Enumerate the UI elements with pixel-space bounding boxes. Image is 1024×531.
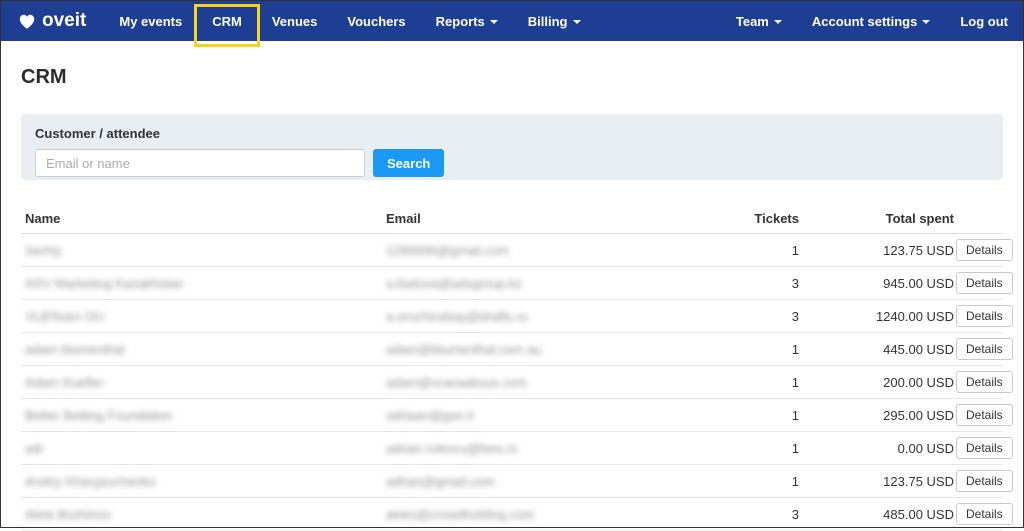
table-row: adi adrian.rolescu@bee.ro 1 0.00 USD Det… <box>21 432 1013 465</box>
customer-name[interactable]: VLBTeam OU <box>25 309 355 324</box>
details-button[interactable]: Details <box>956 470 1013 492</box>
brand-logo[interactable]: oveit <box>1 1 104 41</box>
total-spent: 0.00 USD <box>897 440 954 456</box>
nav-item-crm[interactable]: CRM <box>194 1 260 47</box>
tickets-count: 1 <box>791 440 799 456</box>
total-spent: 485.00 USD <box>883 506 954 522</box>
nav-label: Log out <box>960 13 1008 29</box>
tickets-count: 1 <box>791 374 799 390</box>
customer-email: adam@blumenthal.com.au <box>386 341 542 357</box>
total-spent: 445.00 USD <box>883 341 954 357</box>
search-label: Customer / attendee <box>35 126 160 141</box>
nav-label: Venues <box>271 13 318 29</box>
nav-item-account-settings[interactable]: Account settings <box>797 1 945 41</box>
tickets-count: 1 <box>791 473 799 489</box>
search-row: Search <box>35 149 989 177</box>
customer-name[interactable]: Serhiy <box>25 243 355 258</box>
tickets-count: 3 <box>791 275 799 291</box>
column-header-total: Total spent <box>885 211 954 226</box>
table-row: Alela Bozhinov aleks@crowdholding.com 3 … <box>21 498 1013 531</box>
customer-name[interactable]: Adam Kuefler <box>25 375 355 390</box>
customer-email: adhan@gmail.com <box>386 473 495 489</box>
total-spent: 1240.00 USD <box>875 308 954 324</box>
table-row: adam blumenthal adam@blumenthal.com.au 1… <box>21 333 1013 366</box>
chevron-down-icon <box>773 20 782 24</box>
column-header-email: Email <box>386 211 421 226</box>
total-spent: 945.00 USD <box>883 275 954 291</box>
customer-name[interactable]: ASV Marketing Kazakhstan <box>25 276 355 291</box>
table-header-row: Name Email Tickets Total spent <box>21 204 1003 234</box>
table-row: Serhiy 1286696@gmail.com 1 123.75 USD De… <box>21 234 1013 267</box>
details-button[interactable]: Details <box>956 305 1013 327</box>
table-row: ASV Marketing Kazakhstan a.bialova@adsgr… <box>21 267 1013 300</box>
nav-item-billing[interactable]: Billing <box>513 1 596 41</box>
customer-name[interactable]: adi <box>25 441 355 456</box>
nav-label: Reports <box>435 13 485 29</box>
total-spent: 200.00 USD <box>883 374 954 390</box>
details-button[interactable]: Details <box>956 338 1013 360</box>
tickets-count: 3 <box>791 506 799 522</box>
nav-label: Billing <box>527 13 568 29</box>
nav-item-reports[interactable]: Reports <box>421 1 513 41</box>
nav-item-venues[interactable]: Venues <box>257 1 333 41</box>
tickets-count: 1 <box>791 407 799 423</box>
tickets-count: 3 <box>791 308 799 324</box>
details-button[interactable]: Details <box>956 239 1013 261</box>
chevron-down-icon <box>922 20 931 24</box>
chevron-down-icon <box>572 20 581 24</box>
customer-email: adrian.rolescu@bee.ro <box>386 440 518 456</box>
nav-label: Account settings <box>811 13 918 29</box>
nav-item-my-events[interactable]: My events <box>104 1 197 41</box>
details-button[interactable]: Details <box>956 437 1013 459</box>
crm-table-body: Serhiy 1286696@gmail.com 1 123.75 USD De… <box>21 234 1013 531</box>
column-header-tickets: Tickets <box>754 211 799 226</box>
page-content: CRM Customer / attendee Search Name Emai… <box>1 66 1023 531</box>
customer-email: a.orochindsay@drafts.ru <box>386 308 528 324</box>
customer-email: a.bialova@adsgroup.kz <box>386 275 523 291</box>
customer-email: aleks@crowdholding.com <box>386 506 535 522</box>
table-row: VLBTeam OU a.orochindsay@drafts.ru 3 124… <box>21 300 1013 333</box>
nav-left: My events CRM Venues Vouchers Reports Bi… <box>104 1 596 47</box>
customer-email: adam@scaraabous.com <box>386 374 528 390</box>
search-button[interactable]: Search <box>373 149 445 177</box>
table-row: Better Betting Foundation adriaan@gon.li… <box>21 399 1013 432</box>
nav-label: Team <box>735 13 769 29</box>
heart-icon <box>17 11 37 31</box>
search-input[interactable] <box>35 149 365 177</box>
nav-item-vouchers[interactable]: Vouchers <box>332 1 420 41</box>
chevron-down-icon <box>489 20 498 24</box>
details-button[interactable]: Details <box>956 404 1013 426</box>
brand-name: oveit <box>42 10 87 31</box>
total-spent: 123.75 USD <box>883 242 954 258</box>
nav-item-team[interactable]: Team <box>721 1 797 41</box>
total-spent: 295.00 USD <box>883 407 954 423</box>
customer-email: 1286696@gmail.com <box>386 242 510 258</box>
nav-label: Vouchers <box>347 13 406 29</box>
customer-name[interactable]: Better Betting Foundation <box>25 408 355 423</box>
customer-name[interactable]: Alela Bozhinov <box>25 507 355 522</box>
customer-name[interactable]: Andriy Kharypuchenko <box>25 474 355 489</box>
details-button[interactable]: Details <box>956 503 1013 525</box>
table-row: Adam Kuefler adam@scaraabous.com 1 200.0… <box>21 366 1013 399</box>
nav-label: My events <box>119 13 183 29</box>
nav-item-logout[interactable]: Log out <box>945 1 1023 41</box>
page-title: CRM <box>21 66 67 88</box>
column-header-name: Name <box>25 211 61 226</box>
nav-right: Team Account settings Log out <box>721 1 1023 41</box>
table-row: Andriy Kharypuchenko adhan@gmail.com 1 1… <box>21 465 1013 498</box>
customer-name[interactable]: adam blumenthal <box>25 342 355 357</box>
total-spent: 123.75 USD <box>883 473 954 489</box>
top-navbar: oveit My events CRM Venues Vouchers Repo… <box>1 1 1023 47</box>
customer-email: adriaan@gon.li <box>386 407 474 423</box>
tickets-count: 1 <box>791 341 799 357</box>
nav-label: CRM <box>212 13 242 29</box>
tickets-count: 1 <box>791 242 799 258</box>
customer-search-panel: Customer / attendee Search <box>21 114 1003 180</box>
details-button[interactable]: Details <box>956 272 1013 294</box>
crm-table: Name Email Tickets Total spent Serhiy 12… <box>21 204 1013 531</box>
details-button[interactable]: Details <box>956 371 1013 393</box>
